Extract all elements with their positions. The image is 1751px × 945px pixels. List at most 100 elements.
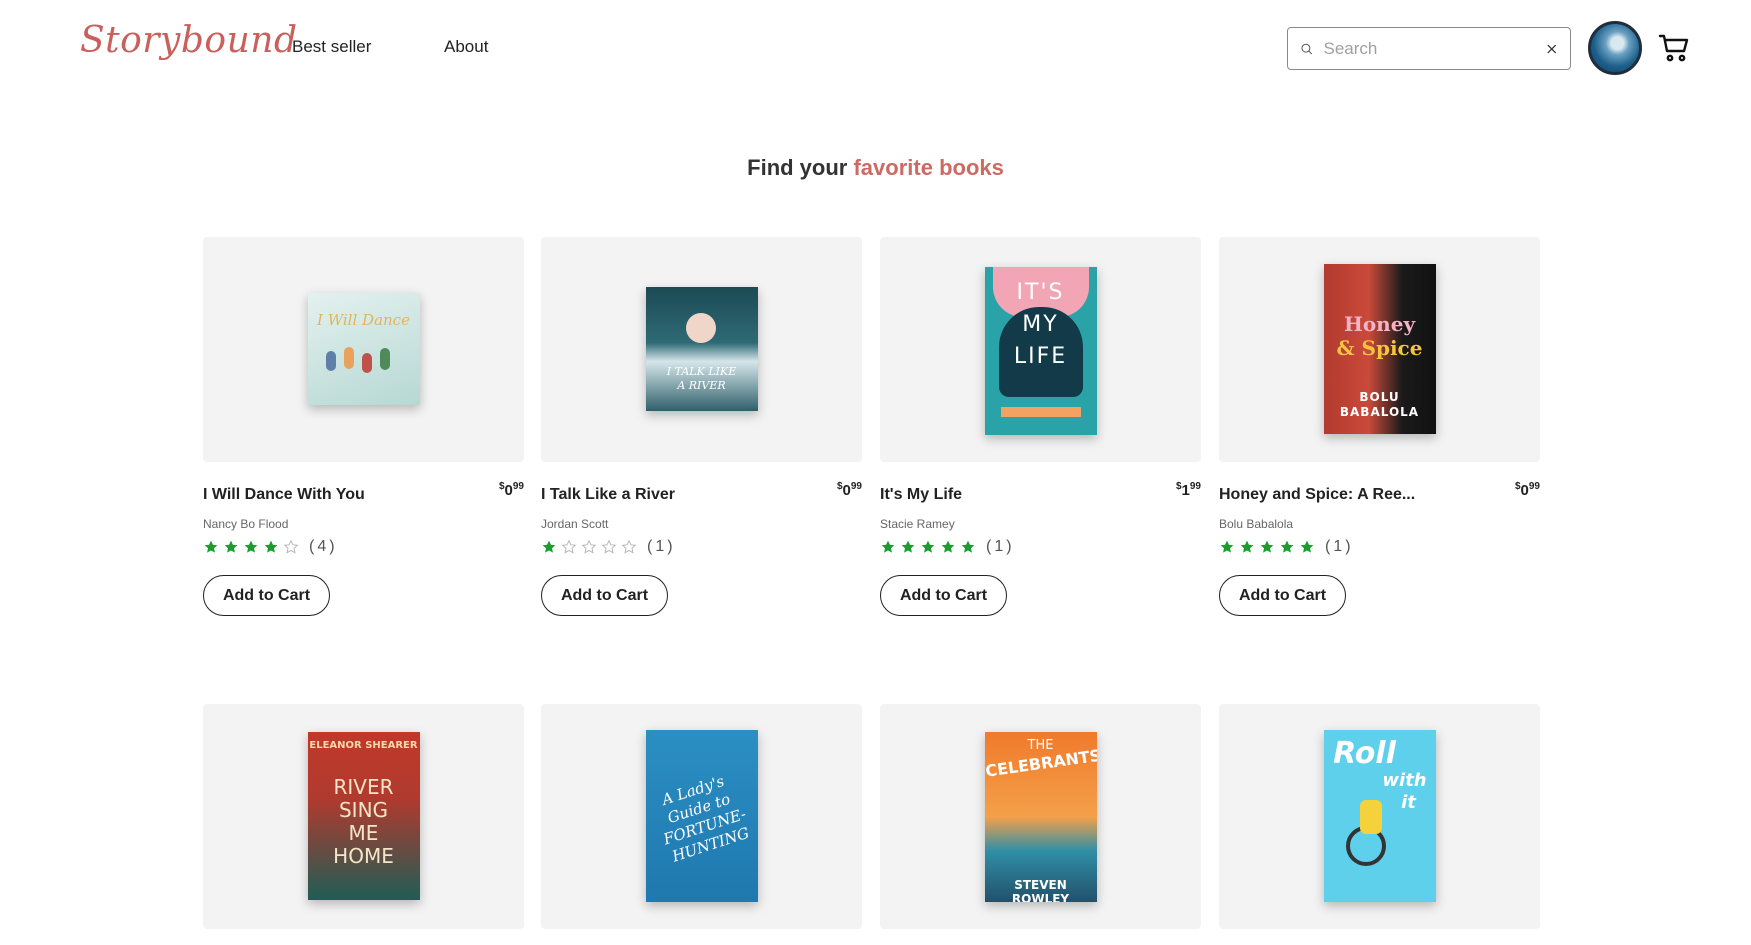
star-filled-icon: [1300, 540, 1314, 553]
book-card: I TALK LIKE A RIVER I Talk Like a River …: [541, 237, 862, 616]
star-empty-icon: [283, 539, 299, 554]
cover-title-line: with: [1382, 770, 1427, 791]
cover-title-line: it: [1401, 792, 1416, 813]
star-empty-icon: [581, 539, 597, 554]
cover-title-line: & Spice: [1336, 336, 1423, 360]
close-icon[interactable]: [1545, 38, 1559, 60]
price-cents: 99: [512, 481, 524, 492]
price-main: 0: [842, 482, 851, 499]
review-count: (1): [647, 538, 676, 555]
search-icon: [1301, 43, 1313, 54]
book-card: I Will Dance I Will Dance With You $099 …: [203, 237, 524, 616]
cover-author-line: BOLU: [1359, 390, 1400, 404]
book-title[interactable]: It's My Life: [880, 486, 962, 504]
book-price: $099: [836, 481, 862, 499]
star-filled-icon: [224, 540, 238, 553]
cover-title-line: Roll: [1333, 736, 1396, 771]
book-price: $099: [498, 481, 524, 499]
star-filled-icon: [204, 540, 218, 553]
add-to-cart-button[interactable]: Add to Cart: [203, 575, 330, 616]
book-card: Roll with it: [1219, 704, 1540, 929]
search-input[interactable]: [1313, 28, 1545, 69]
book-cover: I Will Dance: [307, 293, 420, 405]
book-image[interactable]: IT'S MY LIFE: [880, 237, 1201, 462]
price-cents: 99: [1528, 481, 1540, 492]
top-navbar: Storybound Best seller About: [0, 0, 1751, 96]
add-to-cart-button[interactable]: Add to Cart: [1219, 575, 1346, 616]
star-empty-icon: [561, 539, 577, 554]
book-image[interactable]: ELEANOR SHEARER RIVER SING ME HOME: [203, 704, 524, 929]
star-filled-icon: [881, 540, 895, 553]
book-cover: IT'S MY LIFE: [984, 267, 1097, 435]
cover-title-line: I TALK LIKE: [666, 365, 737, 378]
book-cover: A Lady's Guide to FORTUNE- HUNTING: [645, 730, 758, 902]
book-author: Nancy Bo Flood: [203, 517, 289, 531]
book-image[interactable]: I TALK LIKE A RIVER: [541, 237, 862, 462]
cover-author-line: STEVEN ROWLEY: [1011, 878, 1070, 902]
book-card: IT'S MY LIFE It's My Life $199 Stacie Ra…: [880, 237, 1201, 616]
book-title[interactable]: Honey and Spice: A Ree...: [1219, 486, 1415, 504]
price-main: 0: [1520, 482, 1529, 499]
book-image[interactable]: Roll with it: [1219, 704, 1540, 929]
nav-best-seller[interactable]: Best seller: [292, 37, 371, 57]
star-empty-icon: [601, 539, 617, 554]
cover-title: I Will Dance: [317, 311, 410, 329]
star-filled-icon: [542, 540, 556, 553]
price-cents: 99: [850, 481, 862, 492]
heading-prefix: Find your: [747, 155, 848, 180]
book-card: ELEANOR SHEARER RIVER SING ME HOME: [203, 704, 524, 929]
star-filled-icon: [941, 540, 955, 553]
star-filled-icon: [1220, 540, 1234, 553]
star-filled-icon: [1260, 540, 1274, 553]
avatar[interactable]: [1588, 21, 1642, 75]
cover-author-line: ELEANOR SHEARER: [309, 740, 418, 751]
book-cover: THE CELEBRANTS STEVEN ROWLEY: [984, 732, 1097, 902]
storybound-logo[interactable]: Storybound: [80, 20, 297, 61]
star-filled-icon: [921, 540, 935, 553]
review-count: (4): [309, 538, 338, 555]
book-author: Jordan Scott: [541, 517, 609, 531]
price-cents: 99: [1189, 481, 1201, 492]
search-box: [1287, 27, 1571, 70]
cover-author-line: BABALOLA: [1339, 405, 1420, 419]
cover-title-line: A RIVER: [677, 379, 726, 392]
heading-accent: favorite books: [853, 155, 1004, 180]
book-image[interactable]: I Will Dance: [203, 237, 524, 462]
star-rating: (1): [541, 538, 676, 556]
book-title[interactable]: I Talk Like a River: [541, 486, 675, 504]
star-filled-icon: [264, 540, 278, 553]
review-count: (1): [986, 538, 1015, 555]
nav-about[interactable]: About: [444, 37, 488, 57]
book-title[interactable]: I Will Dance With You: [203, 486, 365, 504]
book-cover: I TALK LIKE A RIVER: [645, 287, 758, 411]
star-filled-icon: [961, 540, 975, 553]
cover-title-line: MY: [1022, 312, 1059, 337]
book-image[interactable]: THE CELEBRANTS STEVEN ROWLEY: [880, 704, 1201, 929]
price-main: 1: [1181, 482, 1190, 499]
add-to-cart-button[interactable]: Add to Cart: [541, 575, 668, 616]
star-rating: (1): [880, 538, 1015, 556]
cover-title-line: HOME: [333, 844, 394, 868]
shopping-cart-icon[interactable]: [1658, 32, 1690, 64]
book-card: A Lady's Guide to FORTUNE- HUNTING: [541, 704, 862, 929]
cover-title-line: RIVER: [333, 775, 394, 799]
cover-title-line: SING: [338, 798, 389, 822]
book-card: Honey & Spice BOLU BABALOLA Honey and Sp…: [1219, 237, 1540, 616]
book-card: THE CELEBRANTS STEVEN ROWLEY: [880, 704, 1201, 929]
cover-title-line: IT'S: [1016, 280, 1065, 305]
star-filled-icon: [1240, 540, 1254, 553]
cover-title-line: ME: [348, 821, 379, 845]
page-heading: Find your favorite books: [0, 155, 1751, 181]
book-cover: ELEANOR SHEARER RIVER SING ME HOME: [307, 732, 420, 900]
book-price: $199: [1175, 481, 1201, 499]
book-price: $099: [1514, 481, 1540, 499]
star-empty-icon: [621, 539, 637, 554]
book-image[interactable]: Honey & Spice BOLU BABALOLA: [1219, 237, 1540, 462]
book-image[interactable]: A Lady's Guide to FORTUNE- HUNTING: [541, 704, 862, 929]
price-main: 0: [504, 482, 513, 499]
add-to-cart-button[interactable]: Add to Cart: [880, 575, 1007, 616]
book-cover: Roll with it: [1323, 730, 1436, 902]
book-author: Stacie Ramey: [880, 517, 955, 531]
star-filled-icon: [901, 540, 915, 553]
book-cover: Honey & Spice BOLU BABALOLA: [1323, 264, 1436, 434]
